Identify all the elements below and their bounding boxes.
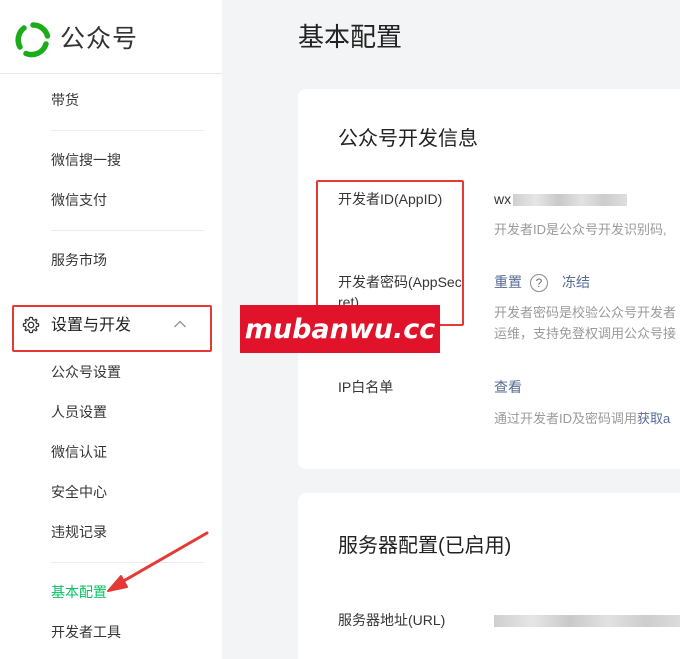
watermark-logo: mubanwu.cc: [245, 314, 436, 345]
watermark-text: mubanwu.cc: [245, 314, 436, 345]
watermark-banner: mubanwu.cc: [240, 305, 440, 353]
